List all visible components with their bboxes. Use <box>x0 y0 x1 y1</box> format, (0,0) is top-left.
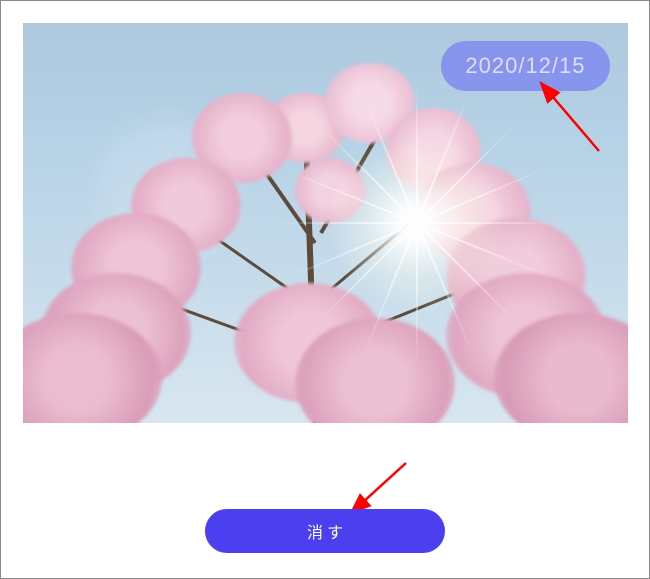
date-watermark-badge[interactable]: 2020/12/15 <box>441 41 609 91</box>
photo-preview: 2020/12/15 <box>23 23 628 423</box>
sun-glow <box>326 133 506 313</box>
erase-button[interactable]: 消す <box>205 509 445 553</box>
